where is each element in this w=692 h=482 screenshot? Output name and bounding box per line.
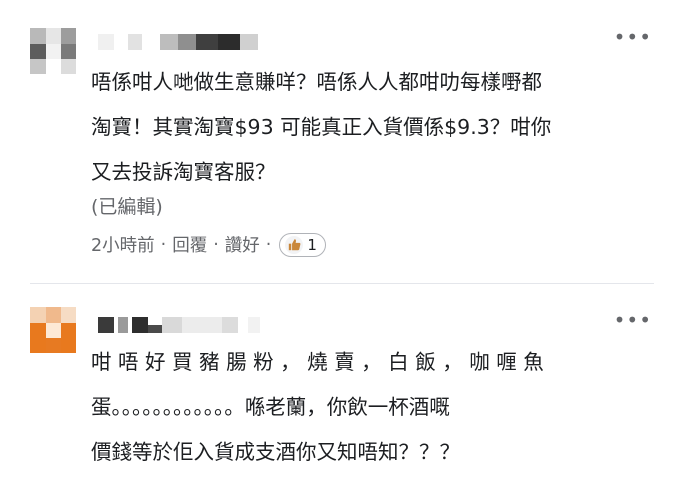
comment-divider <box>30 283 654 284</box>
comment-1-line-1: 唔係咁人哋做生意賺咩？唔係人人都咁叻每樣嘢都 <box>91 70 542 94</box>
more-options-icon[interactable]: ••• <box>614 27 652 47</box>
separator: · <box>160 234 167 255</box>
comment-time[interactable]: 2小時前 <box>91 232 155 257</box>
comment-1-line-2: 淘寶！其實淘寶$93 可能真正入貨價係$9.3？咁你 <box>91 115 552 139</box>
comment-2-line-2: 蛋。。。。。。。。。。。。喺老蘭，你飲一杯酒嘅 <box>91 395 450 419</box>
separator: · <box>265 234 272 255</box>
comment-1-actions: 2小時前 · 回覆 · 讚好 · 1 <box>91 232 326 257</box>
commenter-name-2-pixelated[interactable] <box>98 317 268 333</box>
separator: · <box>213 234 219 255</box>
like-thumb-icon <box>285 235 304 254</box>
avatar-2-pixelated[interactable] <box>30 307 76 353</box>
more-options-icon[interactable]: ••• <box>614 310 652 330</box>
comment-2: ••• 咁 唔 好 買 豬 腸 粉 ， 燒 賣 ， 白 飯 ， 咖 喱 魚 蛋。… <box>0 295 692 482</box>
avatar-1-pixelated[interactable] <box>30 28 76 74</box>
reaction-count: 1 <box>307 235 317 254</box>
comment-2-line-1: 咁 唔 好 買 豬 腸 粉 ， 燒 賣 ， 白 飯 ， 咖 喱 魚 <box>91 350 544 374</box>
reaction-count-badge[interactable]: 1 <box>279 232 326 257</box>
comment-2-text: 咁 唔 好 買 豬 腸 粉 ， 燒 賣 ， 白 飯 ， 咖 喱 魚 蛋。。。。。… <box>91 340 661 475</box>
comment-1-line-3: 又去投訴淘寶客服？ <box>91 160 276 184</box>
comment-1: ••• 唔係咁人哋做生意賺咩？唔係人人都咁叻每樣嘢都 淘寶！其實淘寶$93 可能… <box>0 0 692 280</box>
commenter-name-1-pixelated[interactable] <box>98 34 263 50</box>
comment-1-text: 唔係咁人哋做生意賺咩？唔係人人都咁叻每樣嘢都 淘寶！其實淘寶$93 可能真正入貨… <box>91 60 661 195</box>
comment-2-line-3: 價錢等於佢入貨成支酒你又知唔知？？？ <box>91 440 460 464</box>
edited-label: (已編輯) <box>91 196 163 218</box>
like-button[interactable]: 讚好 <box>225 232 260 257</box>
reply-button[interactable]: 回覆 <box>172 232 207 257</box>
